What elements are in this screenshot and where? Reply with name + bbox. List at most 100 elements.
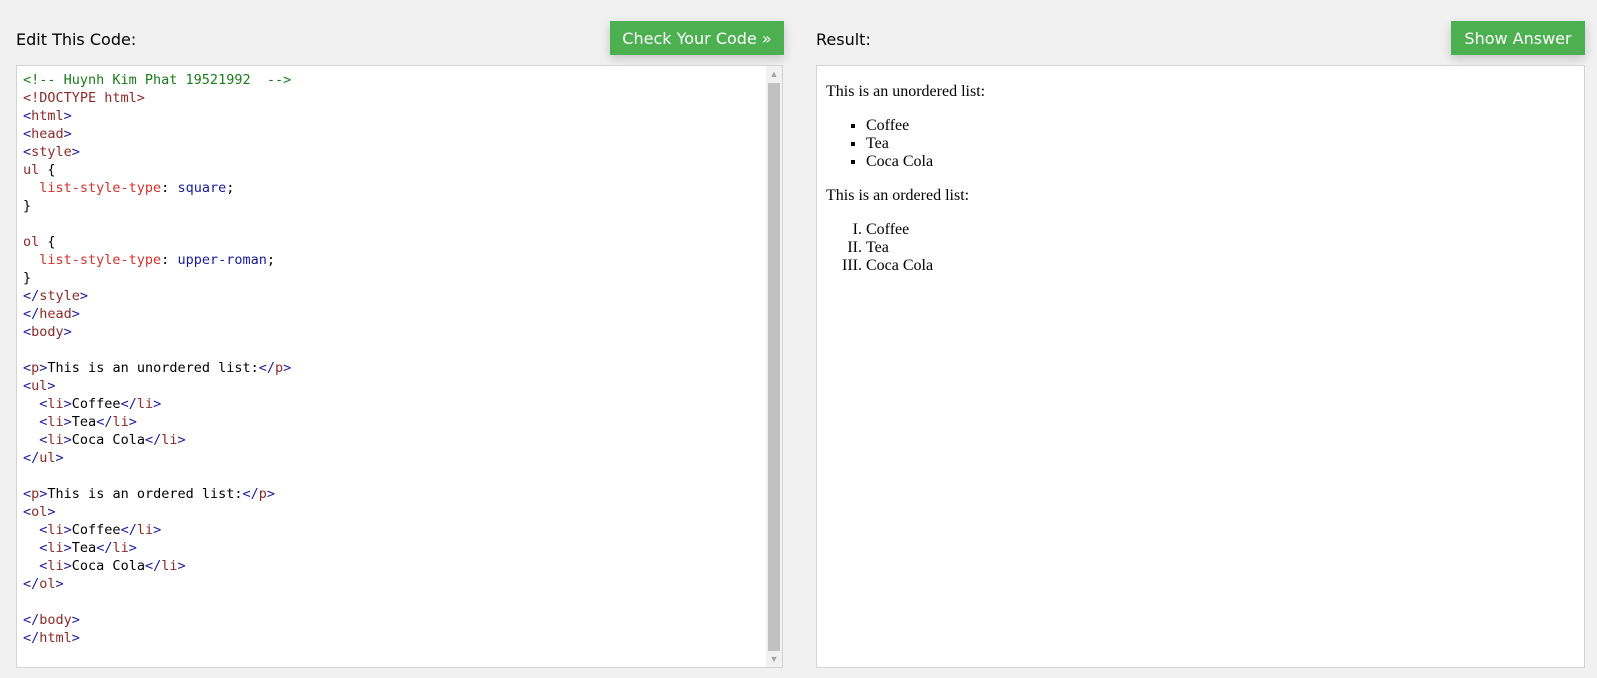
code-line[interactable] [23, 341, 291, 359]
code-token: < [23, 324, 32, 340]
code-token: < [23, 144, 32, 160]
code-token: </ [23, 306, 40, 322]
code-line[interactable]: list-style-type: upper-roman; [23, 251, 291, 269]
code-line[interactable]: <li>Tea</li> [23, 413, 291, 431]
code-token: < [23, 504, 32, 520]
code-token: upper-roman [177, 252, 267, 268]
code-token: > [128, 540, 137, 556]
code-line[interactable]: <body> [23, 323, 291, 341]
code-line[interactable]: <!-- Huynh Kim Phat 19521992 --> [23, 71, 291, 89]
code-line[interactable]: list-style-type: square; [23, 179, 291, 197]
code-token: > [63, 558, 72, 574]
code-line[interactable]: </body> [23, 611, 291, 629]
code-token: > [79, 288, 89, 304]
code-line[interactable]: <li>Tea</li> [23, 539, 291, 557]
code-token: li [47, 558, 64, 574]
code-token: </ [258, 360, 276, 376]
scroll-up-icon[interactable]: ▲ [766, 66, 782, 82]
code-token: li [112, 414, 129, 430]
code-token: : [161, 180, 178, 196]
code-line[interactable]: </html> [23, 629, 291, 647]
list-item: Tea [866, 135, 985, 153]
code-line[interactable]: <li>Coca Cola</li> [23, 557, 291, 575]
code-line[interactable]: ul { [23, 161, 291, 179]
code-token: body [39, 612, 72, 628]
code-line[interactable]: <head> [23, 125, 291, 143]
list-item: Coca Cola [866, 257, 985, 275]
code-line[interactable]: } [23, 197, 291, 215]
code-token: li [161, 432, 178, 448]
code-token: list-style-type [23, 252, 162, 268]
code-token: > [153, 522, 162, 538]
code-line[interactable]: </ol> [23, 575, 291, 593]
list-item: Coffee [866, 117, 985, 135]
code-token: body [31, 324, 64, 340]
code-token: > [71, 630, 80, 646]
code-line[interactable]: <li>Coffee</li> [23, 395, 291, 413]
code-editor[interactable]: <!-- Huynh Kim Phat 19521992 --> <!DOCTYP… [16, 65, 783, 668]
code-line[interactable]: <li>Coca Cola</li> [23, 431, 291, 449]
code-token: > [71, 144, 80, 160]
code-line[interactable]: <style> [23, 143, 291, 161]
code-token: ol [39, 576, 56, 592]
code-token: style [39, 288, 80, 304]
code-line[interactable]: </head> [23, 305, 291, 323]
code-token: <!-- Huynh Kim Phat 19521992 --> [23, 72, 292, 88]
code-line[interactable] [23, 467, 291, 485]
code-line[interactable]: <p>This is an ordered list:</p> [23, 485, 291, 503]
code-token: < [23, 432, 48, 448]
scroll-down-icon[interactable]: ▼ [766, 651, 782, 667]
editor-scrollbar[interactable]: ▲ ▼ [766, 66, 782, 667]
code-token: Coffee [71, 522, 121, 538]
code-token: < [23, 414, 48, 430]
code-line[interactable] [23, 215, 291, 233]
code-token: } [23, 198, 32, 214]
code-line[interactable]: <ol> [23, 503, 291, 521]
code-token: < [23, 360, 32, 376]
code-token: </ [23, 576, 40, 592]
code-token: </ [23, 630, 40, 646]
show-answer-button[interactable]: Show Answer [1451, 21, 1585, 55]
code-token: < [23, 396, 48, 412]
code-token: > [71, 612, 80, 628]
code-token: p [258, 486, 267, 502]
code-token: li [136, 396, 154, 412]
code-line[interactable]: <!DOCTYPE html> [23, 89, 291, 107]
code-line[interactable]: <html> [23, 107, 291, 125]
code-line[interactable]: ol { [23, 233, 291, 251]
code-token: li [47, 522, 64, 538]
code-token: square [177, 180, 227, 196]
code-token: li [47, 540, 64, 556]
code-text[interactable]: <!-- Huynh Kim Phat 19521992 --> <!DOCTYP… [23, 71, 291, 647]
code-token: </ [23, 288, 40, 304]
code-line[interactable]: </ul> [23, 449, 291, 467]
code-token: This is an ordered list: [47, 486, 243, 502]
code-token: list-style-type [23, 180, 162, 196]
code-token: head [39, 306, 72, 322]
code-line[interactable]: <p>This is an unordered list:</p> [23, 359, 291, 377]
list-item: Coffee [866, 221, 985, 239]
code-token: < [23, 558, 48, 574]
code-token: </ [120, 396, 137, 412]
unordered-list: Coffee Tea Coca Cola [826, 117, 985, 171]
code-token: > [55, 450, 64, 466]
code-token: </ [23, 450, 40, 466]
code-line[interactable]: } [23, 269, 291, 287]
code-token: < [23, 126, 32, 142]
code-token: > [63, 414, 72, 430]
code-token: > [47, 378, 56, 394]
check-your-code-button[interactable]: Check Your Code » [610, 21, 784, 55]
code-line[interactable]: <ul> [23, 377, 291, 395]
code-token: </ [144, 558, 162, 574]
code-line[interactable]: <li>Coffee</li> [23, 521, 291, 539]
edit-code-label: Edit This Code: [16, 30, 137, 49]
code-token: </ [144, 432, 162, 448]
code-token: <!DOCTYPE html> [23, 90, 145, 106]
code-token: > [47, 504, 56, 520]
code-token: Tea [71, 540, 97, 556]
code-token: : [161, 252, 178, 268]
scroll-thumb[interactable] [768, 83, 780, 651]
code-token: > [63, 108, 72, 124]
code-line[interactable]: </style> [23, 287, 291, 305]
code-line[interactable] [23, 593, 291, 611]
